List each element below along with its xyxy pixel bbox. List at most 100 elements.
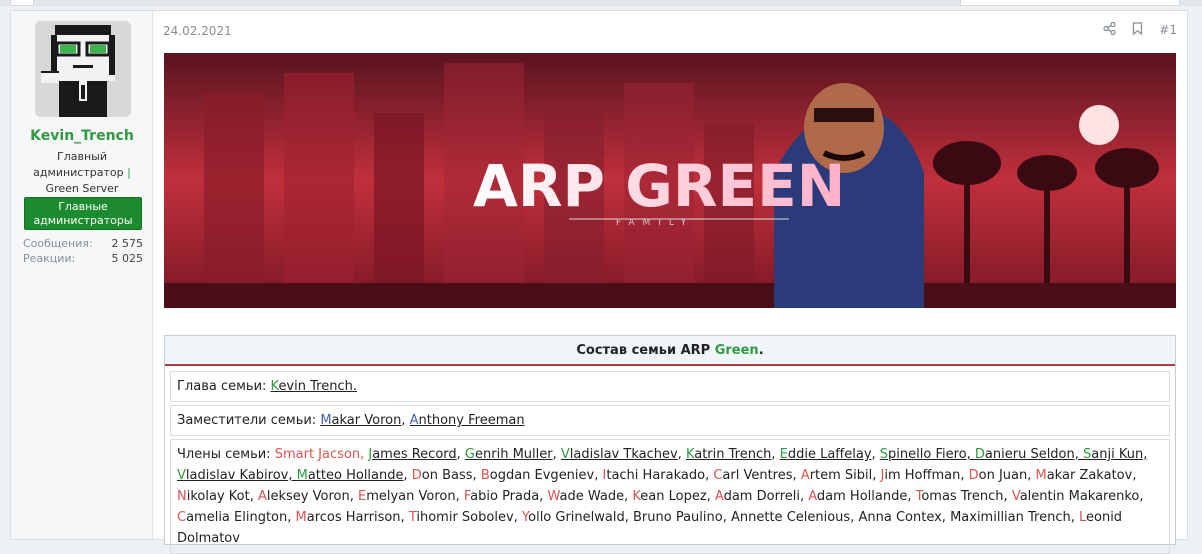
member-name: im Hoffman bbox=[884, 468, 961, 483]
member-name: nnette Celenious bbox=[739, 510, 851, 525]
deputies-label: Заместители семьи: bbox=[177, 413, 321, 428]
member-name: ihomir Sobolev bbox=[416, 510, 514, 525]
member-initial: A bbox=[409, 413, 419, 428]
member-name: anji Kun, bbox=[1091, 447, 1148, 462]
roster-row-deputies: Заместители семьи: Makar Voron, Anthony … bbox=[170, 405, 1170, 436]
role-banner-line2: администраторы bbox=[33, 214, 133, 227]
member-initial: A bbox=[257, 489, 267, 504]
member-name: omas Trench bbox=[921, 489, 1004, 504]
member-initial: A bbox=[800, 468, 810, 483]
member-name: ladislav Kabirov, bbox=[185, 468, 297, 483]
member-link: Anna Contex bbox=[858, 510, 941, 525]
user-title-line3: Green Server bbox=[45, 182, 119, 195]
member-link: Marcos Harrison bbox=[296, 510, 401, 525]
member-name: evin Trench. bbox=[278, 379, 357, 394]
member-link: Bogdan Evgeniev bbox=[481, 468, 594, 483]
member-name: akar Voron bbox=[331, 413, 402, 428]
member-name: ames Record bbox=[372, 447, 457, 462]
member-name: ikolay Kot bbox=[186, 489, 250, 504]
member-name: atrin Trench bbox=[694, 447, 772, 462]
toolbar-search[interactable] bbox=[960, 0, 1180, 6]
member-name: akar Zakatov bbox=[1046, 468, 1133, 483]
member-link[interactable]: Sanji Kun, bbox=[1083, 447, 1147, 462]
member-link[interactable]: Eddie Laffelay bbox=[780, 447, 872, 462]
member-link: Bruno Paulino bbox=[633, 510, 723, 525]
roster-header-suffix: . bbox=[758, 343, 764, 358]
member-link: Don Juan bbox=[969, 468, 1028, 483]
member-link: Aleksey Voron bbox=[258, 489, 350, 504]
member-name: ogdan Evgeniev bbox=[489, 468, 595, 483]
role-banner-line1: Главные bbox=[58, 200, 108, 213]
member-link: Yollo Grinelwald bbox=[522, 510, 625, 525]
member-initial: D bbox=[411, 468, 422, 483]
member-link: Carl Ventres bbox=[713, 468, 792, 483]
member-name: alentin Makarenko bbox=[1019, 489, 1140, 504]
user-role-banner: Главные администраторы bbox=[24, 197, 142, 230]
member-link: Valentin Makarenko bbox=[1012, 489, 1140, 504]
member-initial: M bbox=[295, 510, 307, 525]
bookmark-icon[interactable] bbox=[1132, 22, 1143, 38]
share-icon[interactable] bbox=[1103, 21, 1116, 38]
top-toolbar-strip bbox=[0, 0, 1202, 6]
stat-value[interactable]: 5 025 bbox=[112, 252, 144, 265]
member-link[interactable]: Kevin Trench. bbox=[271, 379, 357, 394]
stat-label: Реакции: bbox=[23, 252, 76, 265]
post-date[interactable]: 24.02.2021 bbox=[163, 24, 232, 38]
member-link[interactable]: Matteo Hollande bbox=[297, 468, 404, 483]
user-title: Главный администратор | Green Server bbox=[21, 149, 143, 197]
member-name: ollo Grinelwald bbox=[528, 510, 625, 525]
member-name: runo Paulino bbox=[641, 510, 723, 525]
stat-messages: Сообщения: 2 575 bbox=[23, 237, 143, 250]
member-link[interactable]: Spinello Fiero, bbox=[880, 447, 975, 462]
member-link[interactable]: Danieru Seldon, bbox=[975, 447, 1083, 462]
member-name: tachi Harakado bbox=[606, 468, 706, 483]
member-name: on Bass bbox=[421, 468, 473, 483]
member-link[interactable]: Vladislav Tkachev bbox=[561, 447, 678, 462]
member-name: on Juan bbox=[978, 468, 1028, 483]
member-link[interactable]: Anthony Freeman bbox=[410, 413, 525, 428]
member-link[interactable]: Katrin Trench bbox=[686, 447, 771, 462]
member-name: arl Ventres bbox=[722, 468, 793, 483]
post-number[interactable]: #1 bbox=[1159, 23, 1177, 37]
member-link: Jim Hoffman bbox=[881, 468, 961, 483]
toolbar-button[interactable] bbox=[10, 0, 34, 6]
member-name: abio Prada bbox=[470, 489, 540, 504]
avatar-image bbox=[35, 21, 131, 117]
member-link: Annette Celenious bbox=[731, 510, 850, 525]
member-initial: V bbox=[177, 468, 186, 483]
stat-value[interactable]: 2 575 bbox=[112, 237, 144, 250]
banner-subtitle: FAMILY bbox=[616, 218, 694, 228]
member-initial: M bbox=[320, 413, 332, 428]
avatar[interactable] bbox=[35, 21, 131, 117]
member-name: anieru Seldon, bbox=[984, 447, 1084, 462]
member-link[interactable]: James Record bbox=[368, 447, 456, 462]
member-initial: B bbox=[480, 468, 490, 483]
user-title-line2: администратор | bbox=[21, 165, 143, 181]
member-initial: G bbox=[464, 447, 475, 462]
member-name: enrih Muller bbox=[475, 447, 553, 462]
member-name: dam Hollande bbox=[816, 489, 908, 504]
member-link: Artem Sibil bbox=[801, 468, 872, 483]
member-initial: A bbox=[808, 489, 817, 504]
member-name: mart Jacson, bbox=[282, 447, 369, 462]
username[interactable]: Kevin_Trench bbox=[11, 128, 153, 144]
member-initial: S bbox=[879, 447, 889, 462]
member-link: Makar Zakatov bbox=[1036, 468, 1133, 483]
member-initial: C bbox=[177, 510, 187, 525]
member-link: Itachi Harakado bbox=[603, 468, 706, 483]
member-link: Adam Dorreli bbox=[715, 489, 800, 504]
family-roster-table: Состав семьи ARP Green. Глава семьи: Kev… bbox=[164, 335, 1176, 554]
member-link: Don Bass bbox=[412, 468, 473, 483]
member-name: arcos Harrison bbox=[306, 510, 401, 525]
member-link[interactable]: Vladislav Kabirov, bbox=[177, 468, 297, 483]
member-link: Fabio Prada bbox=[464, 489, 539, 504]
member-link[interactable]: Genrih Muller bbox=[465, 447, 553, 462]
member-initial: A bbox=[714, 489, 724, 504]
member-initial: M bbox=[950, 510, 962, 525]
member-name: ladislav Tkachev bbox=[569, 447, 678, 462]
forum-post: Kevin_Trench Главный администратор | Gre… bbox=[10, 10, 1188, 554]
member-initial: W bbox=[547, 489, 560, 504]
member-link[interactable]: Makar Voron bbox=[320, 413, 401, 428]
member-name: ean Lopez bbox=[640, 489, 707, 504]
member-name: nna Contex bbox=[867, 510, 942, 525]
